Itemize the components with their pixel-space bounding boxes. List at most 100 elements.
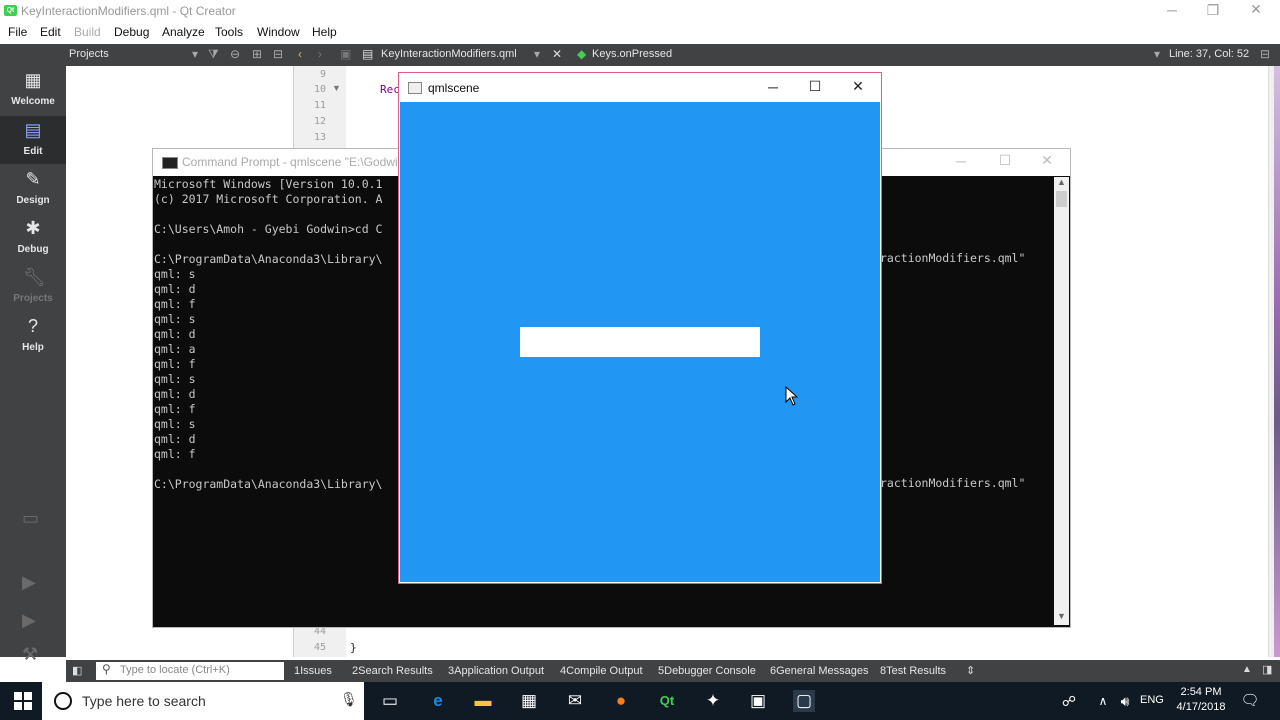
people-icon[interactable]: ☍ [1058, 690, 1080, 712]
code-fragment: Rec [380, 83, 400, 96]
mode-welcome[interactable]: ▦ Welcome [0, 66, 66, 114]
run-icon[interactable]: ▶ [22, 572, 36, 593]
back-arrow-icon[interactable]: ‹ [298, 47, 302, 61]
app-taskbar-icon[interactable]: ✦ [702, 690, 724, 712]
close-file-icon[interactable]: ✕ [552, 47, 562, 61]
qml-scene-rectangle[interactable] [400, 102, 880, 582]
store-icon[interactable]: ▦ [518, 690, 540, 712]
split-icon[interactable]: ⊞ [252, 47, 262, 61]
mode-label: Projects [13, 293, 53, 304]
volume-icon[interactable]: 🔊︎ [1114, 690, 1136, 712]
fold-arrow-icon[interactable]: ▼ [332, 83, 341, 93]
mode-debug[interactable]: ✱ Debug [0, 214, 66, 262]
cmd-right-fragment: ractionModifiers.qml" [880, 476, 1026, 490]
toggle-sidebar-icon[interactable]: ◧ [72, 664, 82, 677]
qmlscene-app-icon [408, 82, 422, 94]
edge-browser-icon[interactable]: e [427, 690, 449, 712]
menu-tools[interactable]: Tools [215, 25, 243, 39]
cmd-maximize-button[interactable]: ☐ [995, 152, 1015, 169]
forward-arrow-icon[interactable]: › [318, 47, 322, 61]
mode-design[interactable]: ✎ Design [0, 165, 66, 213]
qml-close-button[interactable]: ✕ [848, 78, 868, 95]
qt-creator-taskbar-icon[interactable]: Qt [656, 690, 678, 712]
input-language[interactable]: ENG [1140, 694, 1164, 706]
welcome-grid-icon: ▦ [24, 70, 42, 90]
menu-edit[interactable]: Edit [40, 25, 61, 39]
scroll-down-icon[interactable]: ▼ [1057, 611, 1066, 621]
notifications-icon[interactable]: 🗨︎ [1239, 690, 1261, 712]
windows-start-icon[interactable] [14, 692, 32, 710]
mode-edit[interactable]: ▤ Edit [0, 116, 66, 164]
filter-icon[interactable]: ⧩ [208, 47, 219, 62]
qmlscene-window[interactable]: qmlscene ─ ☐ ✕ [398, 72, 882, 584]
qt-logo-icon: Qt [4, 5, 17, 16]
menu-window[interactable]: Window [257, 25, 300, 39]
help-question-icon: ? [27, 316, 38, 336]
qt-creator-titlebar: Qt KeyInteractionModifiers.qml - Qt Crea… [0, 0, 1280, 22]
locator-input[interactable]: ⚲ Type to locate (Ctrl+K) [96, 662, 284, 680]
qml-minimize-button[interactable]: ─ [763, 79, 783, 95]
minimize-button[interactable]: ─ [1162, 2, 1182, 18]
taskbar-search-placeholder: Type here to search [82, 693, 206, 709]
cmd-minimize-button[interactable]: ─ [951, 153, 971, 169]
debug-run-icon[interactable]: ▶ [22, 610, 36, 631]
restore-button[interactable]: ❐ [1203, 2, 1223, 19]
menu-debug[interactable]: Debug [114, 25, 149, 39]
qmlscene-title: qmlscene [428, 81, 480, 95]
cmd-right-fragment: ractionModifiers.qml" [880, 251, 1026, 265]
firefox-icon[interactable]: ● [610, 690, 632, 712]
menu-help[interactable]: Help [312, 25, 337, 39]
task-view-icon[interactable]: ▭ [379, 690, 401, 712]
cursor-position[interactable]: Line: 37, Col: 52 [1169, 48, 1249, 60]
mode-help[interactable]: ? Help [0, 312, 66, 360]
symbol-icon: ◆ [577, 47, 587, 61]
menu-build[interactable]: Build [74, 25, 101, 39]
projects-selector[interactable]: Projects [69, 48, 109, 60]
symbol-selector[interactable]: Keys.onPressed [592, 48, 672, 60]
locator-placeholder: Type to locate (Ctrl+K) [120, 664, 230, 676]
file-dropdown-icon[interactable]: ▾ [534, 47, 540, 61]
show-hidden-icons[interactable]: ∧ [1092, 690, 1114, 712]
taskbar-clock[interactable]: 2:54 PM 4/17/2018 [1170, 685, 1232, 717]
cmd-taskbar-icon[interactable]: ▣ [747, 690, 769, 712]
open-file-tab[interactable]: KeyInteractionModifiers.qml [381, 48, 517, 60]
cmd-app-icon [162, 157, 178, 169]
close-sidebar-icon[interactable]: ⊟ [273, 47, 283, 61]
menu-file[interactable]: File [8, 25, 27, 39]
edit-document-icon: ▤ [24, 120, 42, 140]
text-input-field[interactable] [520, 327, 760, 357]
position-dropdown-icon[interactable]: ▾ [1154, 47, 1160, 61]
window-title: KeyInteractionModifiers.qml - Qt Creator [21, 4, 236, 18]
close-button[interactable]: ✕ [1246, 1, 1266, 18]
search-icon: ⚲ [102, 662, 111, 676]
mail-icon[interactable]: ✉ [564, 690, 586, 712]
scroll-thumb[interactable] [1056, 191, 1067, 207]
menu-analyze[interactable]: Analyze [162, 25, 205, 39]
mode-label: Design [16, 195, 50, 206]
scroll-up-icon[interactable]: ▲ [1057, 177, 1066, 187]
cmd-close-button[interactable]: ✕ [1037, 152, 1057, 169]
mouse-pointer-icon [785, 386, 799, 406]
lock-icon: ▣ [340, 47, 352, 61]
link-icon[interactable]: ⊖ [230, 47, 240, 61]
build-hammer-icon[interactable]: ⚒ [22, 644, 38, 665]
qml-maximize-button[interactable]: ☐ [805, 78, 825, 95]
debug-bug-icon: ✱ [25, 218, 41, 238]
split-editor-icon[interactable]: ⊟ [1260, 47, 1270, 61]
qmlscene-titlebar[interactable]: qmlscene ─ ☐ ✕ [399, 73, 881, 102]
mode-label: Welcome [11, 96, 55, 107]
microphone-icon[interactable]: 🎙︎ [340, 691, 358, 708]
editor-toolbar: Projects ▾ ⧩ ⊖ ⊞ ⊟ ‹ › ▣ ▤ KeyInteractio… [0, 44, 1280, 66]
line-number: 45 [313, 642, 326, 653]
mode-label: Debug [17, 244, 49, 255]
taskbar-search-box[interactable]: Type here to search 🎙︎ [42, 682, 364, 720]
dropdown-arrow-icon[interactable]: ▾ [192, 47, 198, 61]
mode-projects[interactable]: 🔧︎ Projects [0, 263, 66, 311]
file-explorer-icon[interactable]: ▬ [472, 690, 494, 712]
cmd-scrollbar[interactable]: ▲ ▼ [1054, 177, 1069, 625]
cmd-title: Command Prompt - qmlscene "E:\Godwin\ [182, 155, 408, 169]
qmlscene-taskbar-icon[interactable]: ▢ [793, 690, 815, 712]
line-number: 12 [313, 116, 326, 127]
design-pen-icon: ✎ [25, 169, 41, 189]
kit-selector-monitor-icon[interactable]: ▭ [22, 508, 39, 529]
